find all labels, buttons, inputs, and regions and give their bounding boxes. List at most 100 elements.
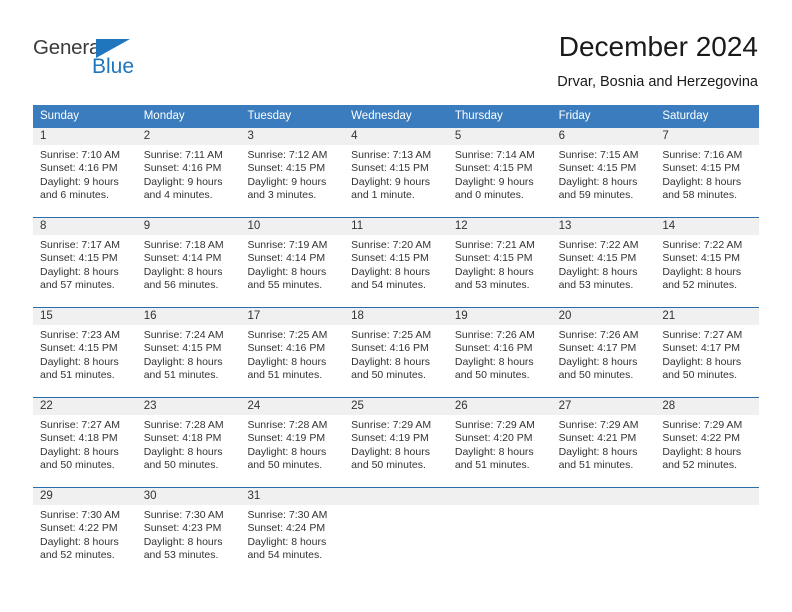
- day-number-band: 31: [240, 488, 345, 505]
- daylight-text: Daylight: 9 hours and 3 minutes.: [247, 175, 327, 202]
- day-info: Sunrise: 7:29 AM Sunset: 4:20 PM Daylight:…: [448, 415, 552, 473]
- day-cell[interactable]: 18 Sunrise: 7:25 AM Sunset: 4:16 PM Dayligh…: [344, 308, 448, 397]
- day-number-band: 28: [655, 398, 760, 415]
- day-number-band: 29: [33, 488, 137, 505]
- sunset-text: Sunset: 4:16 PM: [351, 342, 429, 355]
- sunrise-text: Sunrise: 7:18 AM: [143, 239, 224, 251]
- day-cell[interactable]: 26 Sunrise: 7:29 AM Sunset: 4:20 PM Dayligh…: [447, 398, 552, 487]
- day-cell[interactable]: 20 Sunrise: 7:26 AM Sunset: 4:17 PM Dayligh…: [551, 308, 656, 397]
- day-cell[interactable]: 11 Sunrise: 7:20 AM Sunset: 4:15 PM Dayligh…: [344, 218, 448, 307]
- day-cell[interactable]: 28 Sunrise: 7:29 AM Sunset: 4:22 PM Dayligh…: [655, 398, 760, 487]
- weekday-header-friday: Friday: [558, 110, 591, 122]
- day-number: 5: [454, 130, 462, 142]
- day-cell[interactable]: 17 Sunrise: 7:25 AM Sunset: 4:16 PM Dayligh…: [240, 308, 345, 397]
- day-cell[interactable]: 25 Sunrise: 7:29 AM Sunset: 4:19 PM Dayligh…: [344, 398, 448, 487]
- day-cell[interactable]: 16 Sunrise: 7:24 AM Sunset: 4:15 PM Dayligh…: [136, 308, 241, 397]
- day-cell[interactable]: 12 Sunrise: 7:21 AM Sunset: 4:15 PM Dayligh…: [447, 218, 552, 307]
- sunrise-text: Sunrise: 7:17 AM: [40, 239, 120, 251]
- sunset-text: Sunset: 4:16 PM: [40, 162, 118, 175]
- day-cell[interactable]: 22 Sunrise: 7:27 AM Sunset: 4:18 PM Dayligh…: [33, 398, 137, 487]
- day-info: Sunrise: 7:12 AM Sunset: 4:15 PM Daylight:…: [240, 145, 344, 203]
- calendar-week-row: 8 Sunrise: 7:17 AM Sunset: 4:15 PM Daylight…: [33, 217, 760, 307]
- sunset-text: Sunset: 4:15 PM: [662, 252, 740, 265]
- daylight-text: Daylight: 8 hours and 59 minutes.: [558, 175, 638, 202]
- day-number-band: 7: [655, 128, 760, 145]
- weekday-header-row: Sunday Monday Tuesday Wednesday Thursday Frid…: [33, 105, 759, 128]
- day-number-band: 15: [33, 308, 137, 325]
- day-cell[interactable]: 31 Sunrise: 7:30 AM Sunset: 4:24 PM Dayligh…: [240, 488, 345, 577]
- sunrise-text: Sunrise: 7:29 AM: [351, 419, 432, 431]
- day-number-band: [447, 488, 552, 505]
- daylight-text: Daylight: 8 hours and 50 minutes.: [40, 445, 119, 472]
- day-cell[interactable]: 3 Sunrise: 7:12 AM Sunset: 4:15 PM Daylight…: [240, 128, 345, 217]
- sunrise-text: Sunrise: 7:11 AM: [143, 149, 223, 161]
- day-info: Sunrise: 7:22 AM Sunset: 4:15 PM Daylight:…: [655, 235, 759, 293]
- day-cell[interactable]: 6 Sunrise: 7:15 AM Sunset: 4:15 PM Daylight…: [551, 128, 656, 217]
- day-info: Sunrise: 7:29 AM Sunset: 4:19 PM Daylight:…: [344, 415, 448, 473]
- sunrise-text: Sunrise: 7:30 AM: [143, 509, 224, 521]
- day-cell[interactable]: 29 Sunrise: 7:30 AM Sunset: 4:22 PM Dayligh…: [33, 488, 137, 577]
- day-cell[interactable]: 9 Sunrise: 7:18 AM Sunset: 4:14 PM Daylight…: [136, 218, 241, 307]
- day-cell[interactable]: 21 Sunrise: 7:27 AM Sunset: 4:17 PM Dayligh…: [655, 308, 760, 397]
- day-number-band: 2: [136, 128, 241, 145]
- day-info: Sunrise: 7:23 AM Sunset: 4:15 PM Daylight:…: [33, 325, 137, 383]
- day-info: Sunrise: 7:13 AM Sunset: 4:15 PM Daylight:…: [344, 145, 448, 203]
- day-info: Sunrise: 7:30 AM Sunset: 4:24 PM Daylight:…: [240, 505, 344, 563]
- day-number: 10: [247, 220, 261, 232]
- sunset-text: Sunset: 4:22 PM: [40, 522, 118, 535]
- day-number: 22: [40, 400, 53, 412]
- day-cell[interactable]: 5 Sunrise: 7:14 AM Sunset: 4:15 PM Daylight…: [447, 128, 552, 217]
- daylight-text: Daylight: 8 hours and 52 minutes.: [662, 265, 742, 292]
- daylight-text: Daylight: 8 hours and 55 minutes.: [247, 265, 327, 292]
- weekday-header-monday: Monday: [143, 110, 185, 122]
- calendar-week-row: 15 Sunrise: 7:23 AM Sunset: 4:15 PM Dayligh…: [33, 307, 760, 397]
- day-cell[interactable]: 19 Sunrise: 7:26 AM Sunset: 4:16 PM Dayligh…: [447, 308, 552, 397]
- sunset-text: Sunset: 4:15 PM: [662, 162, 740, 175]
- day-number-band: 3: [240, 128, 345, 145]
- daylight-text: Daylight: 8 hours and 51 minutes.: [40, 355, 119, 382]
- day-info: Sunrise: 7:19 AM Sunset: 4:14 PM Daylight:…: [240, 235, 344, 293]
- sunset-text: Sunset: 4:15 PM: [558, 162, 637, 175]
- day-number: 25: [351, 400, 364, 412]
- daylight-text: Daylight: 9 hours and 0 minutes.: [454, 175, 534, 202]
- sunset-text: Sunset: 4:17 PM: [558, 342, 637, 355]
- day-info: Sunrise: 7:29 AM Sunset: 4:22 PM Daylight:…: [655, 415, 759, 473]
- weekday-header-thursday: Thursday: [454, 110, 503, 122]
- calendar-week-row: 29 Sunrise: 7:30 AM Sunset: 4:22 PM Dayligh…: [33, 487, 760, 577]
- day-cell[interactable]: 24 Sunrise: 7:28 AM Sunset: 4:19 PM Dayligh…: [240, 398, 345, 487]
- sunrise-text: Sunrise: 7:12 AM: [247, 149, 328, 161]
- day-cell[interactable]: 2 Sunrise: 7:11 AM Sunset: 4:16 PM Daylight…: [136, 128, 241, 217]
- sunrise-text: Sunrise: 7:29 AM: [454, 419, 535, 431]
- day-cell[interactable]: 4 Sunrise: 7:13 AM Sunset: 4:15 PM Daylight…: [344, 128, 448, 217]
- page-title: December 2024: [558, 31, 758, 62]
- weekday-header-saturday: Saturday: [662, 110, 709, 122]
- day-cell[interactable]: 15 Sunrise: 7:23 AM Sunset: 4:15 PM Dayligh…: [33, 308, 137, 397]
- day-number-band: 6: [551, 128, 656, 145]
- day-cell[interactable]: 10 Sunrise: 7:19 AM Sunset: 4:14 PM Dayligh…: [240, 218, 345, 307]
- day-cell[interactable]: 23 Sunrise: 7:28 AM Sunset: 4:18 PM Dayligh…: [136, 398, 241, 487]
- title-block: December 2024 Drvar, Bosnia and Herzegov…: [557, 30, 758, 91]
- day-number-band: 8: [33, 218, 137, 235]
- day-number: 18: [351, 310, 364, 322]
- day-info: Sunrise: 7:21 AM Sunset: 4:15 PM Daylight:…: [448, 235, 552, 293]
- day-cell[interactable]: 14 Sunrise: 7:22 AM Sunset: 4:15 PM Dayligh…: [655, 218, 760, 307]
- sunrise-text: Sunrise: 7:27 AM: [40, 419, 120, 431]
- day-number-band: 20: [551, 308, 656, 325]
- daylight-text: Daylight: 9 hours and 6 minutes.: [40, 175, 119, 202]
- generalblue-logo: General Blue: [33, 36, 163, 82]
- day-cell[interactable]: 27 Sunrise: 7:29 AM Sunset: 4:21 PM Dayligh…: [551, 398, 656, 487]
- day-info: Sunrise: 7:29 AM Sunset: 4:21 PM Daylight:…: [552, 415, 656, 473]
- day-info: Sunrise: 7:18 AM Sunset: 4:14 PM Daylight:…: [137, 235, 241, 293]
- day-cell[interactable]: 8 Sunrise: 7:17 AM Sunset: 4:15 PM Daylight…: [33, 218, 137, 307]
- day-cell[interactable]: 7 Sunrise: 7:16 AM Sunset: 4:15 PM Daylight…: [655, 128, 760, 217]
- day-number-band: 22: [33, 398, 137, 415]
- day-info: Sunrise: 7:30 AM Sunset: 4:23 PM Daylight:…: [137, 505, 241, 563]
- sunrise-text: Sunrise: 7:23 AM: [40, 329, 120, 341]
- daylight-text: Daylight: 8 hours and 52 minutes.: [40, 535, 119, 562]
- day-cell[interactable]: 13 Sunrise: 7:22 AM Sunset: 4:15 PM Dayligh…: [551, 218, 656, 307]
- day-cell[interactable]: 30 Sunrise: 7:30 AM Sunset: 4:23 PM Dayligh…: [136, 488, 241, 577]
- day-cell[interactable]: 1 Sunrise: 7:10 AM Sunset: 4:16 PM Daylight…: [33, 128, 137, 217]
- day-number: 12: [454, 220, 468, 232]
- calendar-page: General Blue December 2024 Drvar, Bosnia…: [0, 0, 792, 612]
- day-number-band: [655, 488, 760, 505]
